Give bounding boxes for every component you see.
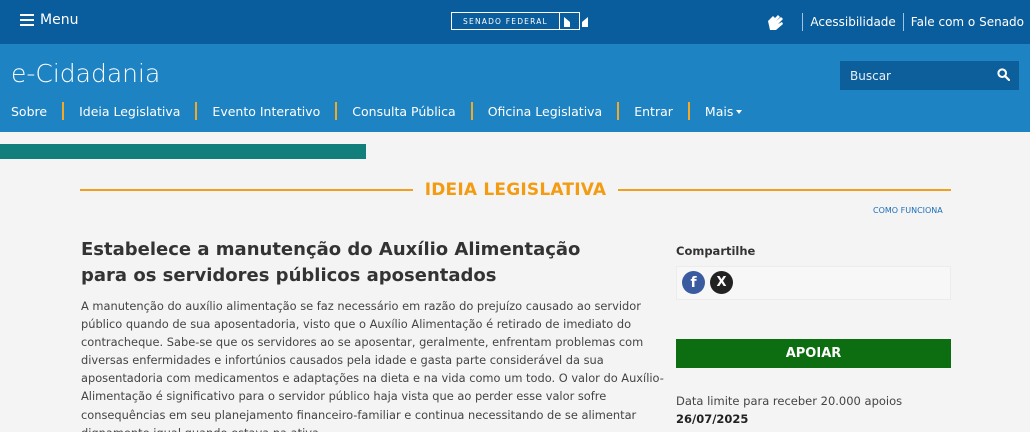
top-right-links: Acessibilidade Fale com o Senado — [765, 12, 1024, 32]
deadline-date: 26/07/2025 — [676, 412, 749, 426]
nav-evento-interativo[interactable]: Evento Interativo — [212, 104, 320, 119]
teal-accent-strip — [0, 144, 366, 159]
search-input[interactable] — [850, 68, 990, 83]
nav-divider — [62, 102, 65, 120]
heading-line-left — [80, 189, 413, 191]
nav-entrar[interactable]: Entrar — [634, 104, 673, 119]
nav-consulta-publica[interactable]: Consulta Pública — [352, 104, 455, 119]
section-heading: IDEIA LEGISLATIVA — [80, 177, 952, 203]
x-share-icon[interactable]: X — [710, 271, 733, 294]
section-title: IDEIA LEGISLATIVA — [424, 180, 607, 200]
logo-text: SENADO FEDERAL — [463, 16, 548, 26]
site-header: e-Cidadania Sobre Ideia Legislativa Even… — [0, 44, 1030, 132]
top-bar: Menu SENADO FEDERAL Acessibilidade Fale … — [0, 0, 1030, 44]
nav-mais-label: Mais — [704, 103, 734, 119]
how-it-works-link[interactable]: COMO FUNCIONA — [873, 206, 943, 215]
search-icon[interactable] — [997, 68, 1010, 81]
menu-label: Menu — [40, 12, 79, 28]
nav-mais-dropdown[interactable]: Mais — [704, 103, 743, 119]
accessibility-link[interactable]: Acessibilidade — [810, 15, 895, 29]
idea-title: Estabelece a manutenção do Auxílio Alime… — [81, 239, 581, 286]
facebook-share-icon[interactable]: f — [682, 271, 705, 294]
divider — [902, 13, 904, 31]
search-box — [840, 61, 1019, 90]
support-button[interactable]: APOIAR — [676, 339, 951, 368]
share-label: Compartilhe — [676, 244, 756, 258]
idea-description: A manutenção do auxílio alimentação se f… — [81, 299, 664, 432]
main-nav: Sobre Ideia Legislativa Evento Interativ… — [11, 102, 743, 120]
heading-line-right — [618, 189, 952, 191]
sign-language-icon — [768, 15, 784, 30]
divider — [802, 13, 804, 31]
senado-federal-logo[interactable]: SENADO FEDERAL — [451, 12, 588, 30]
nav-ideia-legislativa[interactable]: Ideia Legislativa — [79, 104, 180, 119]
congress-building-icon — [559, 13, 588, 29]
caret-down-icon — [736, 110, 743, 114]
nav-divider — [335, 102, 338, 120]
brand-title[interactable]: e-Cidadania — [11, 59, 160, 88]
deadline-info: Data limite para receber 20.000 apoios 2… — [676, 392, 902, 428]
nav-divider — [617, 102, 620, 120]
nav-oficina-legislativa[interactable]: Oficina Legislativa — [488, 104, 603, 119]
contact-senate-link[interactable]: Fale com o Senado — [911, 15, 1024, 29]
deadline-text: Data limite para receber 20.000 apoios — [676, 394, 903, 408]
menu-button[interactable]: Menu — [20, 12, 78, 28]
nav-divider — [687, 102, 690, 120]
nav-divider — [195, 102, 198, 120]
nav-sobre[interactable]: Sobre — [11, 104, 47, 119]
hamburger-icon — [20, 14, 34, 27]
nav-divider — [470, 102, 473, 120]
